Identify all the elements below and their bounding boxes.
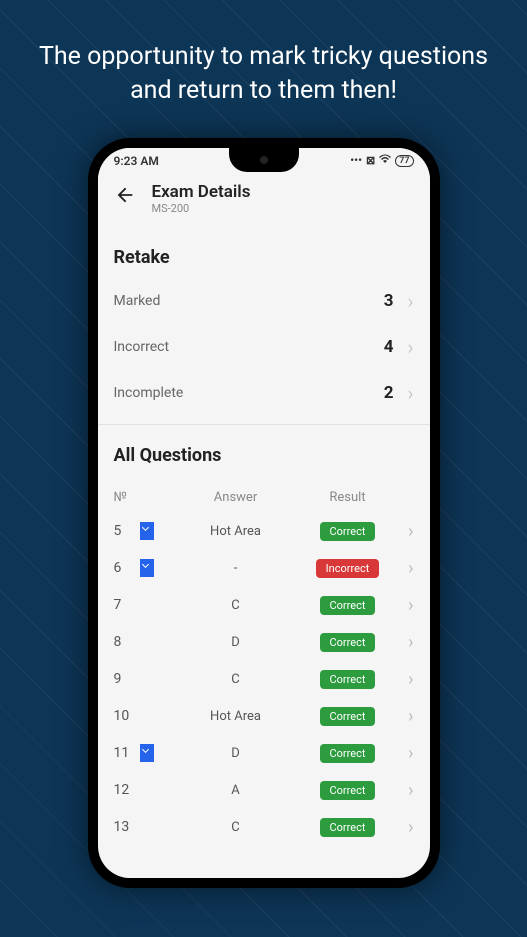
phone-screen: 9:23 AM ••• ⊠ 77 Exam Details MS-200 Ret… [98,148,430,878]
retake-label: Marked [114,293,384,309]
chevron-right-icon: › [408,381,414,405]
retake-label: Incomplete [114,385,384,401]
phone-notch [229,148,299,172]
question-answer: A [166,783,306,798]
chevron-right-icon: › [390,632,414,653]
question-row[interactable]: 9 C Correct › [98,661,430,698]
page-subtitle: MS-200 [152,202,251,215]
result-badge: Correct [320,781,376,800]
retake-label: Incorrect [114,339,384,355]
chevron-right-icon: › [390,780,414,801]
bookmark-icon [140,744,154,762]
question-row[interactable]: 12 A Correct › [98,772,430,809]
bookmark-cell [140,559,166,577]
chevron-right-icon: › [390,521,414,542]
result-badge: Correct [320,670,376,689]
question-result: Correct [306,633,390,652]
question-number: 6 [114,560,140,576]
retake-count: 3 [384,291,394,311]
question-answer: C [166,598,306,613]
chevron-right-icon: › [408,335,414,359]
question-result: Correct [306,818,390,837]
chevron-right-icon: › [390,706,414,727]
question-answer: Hot Area [166,524,306,539]
question-result: Incorrect [306,559,390,578]
question-number: 10 [114,708,140,724]
question-answer: C [166,672,306,687]
bookmark-icon [140,522,154,540]
chevron-right-icon: › [390,595,414,616]
phone-frame: 9:23 AM ••• ⊠ 77 Exam Details MS-200 Ret… [88,138,440,888]
battery-icon: 77 [395,155,413,167]
question-number: 8 [114,634,140,650]
col-header-no: № [114,490,166,505]
result-badge: Correct [320,633,376,652]
result-badge: Incorrect [316,559,380,578]
question-row[interactable]: 11 D Correct › [98,735,430,772]
retake-section-title: Retake [98,227,430,278]
back-button[interactable] [114,184,136,212]
status-dots-icon: ••• [350,154,362,167]
question-answer: - [166,561,306,576]
question-row[interactable]: 10 Hot Area Correct › [98,698,430,735]
chevron-right-icon: › [390,743,414,764]
question-result: Correct [306,522,390,541]
result-badge: Correct [320,596,376,615]
question-result: Correct [306,707,390,726]
status-time: 9:23 AM [114,154,159,168]
retake-row[interactable]: Marked 3 › [98,278,430,324]
question-number: 7 [114,597,140,613]
question-answer: D [166,635,306,650]
retake-row[interactable]: Incomplete 2 › [98,370,430,416]
promo-heading: The opportunity to mark tricky questions… [0,0,527,138]
bookmark-cell [140,522,166,540]
question-row[interactable]: 6 - Incorrect › [98,550,430,587]
question-row[interactable]: 8 D Correct › [98,624,430,661]
question-number: 12 [114,782,140,798]
question-number: 11 [114,745,140,761]
question-result: Correct [306,670,390,689]
retake-count: 2 [384,383,394,403]
question-row[interactable]: 13 C Correct › [98,809,430,846]
question-result: Correct [306,596,390,615]
retake-row[interactable]: Incorrect 4 › [98,324,430,370]
status-icons: ••• ⊠ 77 [350,154,413,167]
result-badge: Correct [320,522,376,541]
retake-count: 4 [384,337,394,357]
bookmark-icon [140,559,154,577]
question-result: Correct [306,781,390,800]
chevron-right-icon: › [390,558,414,579]
result-badge: Correct [320,744,376,763]
chevron-right-icon: › [390,817,414,838]
question-row[interactable]: 5 Hot Area Correct › [98,513,430,550]
col-header-answer: Answer [166,490,306,505]
wifi-off-icon: ⊠ [366,154,375,167]
wifi-icon [379,154,391,167]
table-header: № Answer Result [98,476,430,513]
page-title: Exam Details [152,182,251,202]
col-header-result: Result [306,490,390,505]
result-badge: Correct [320,707,376,726]
chevron-right-icon: › [390,669,414,690]
question-result: Correct [306,744,390,763]
question-number: 13 [114,819,140,835]
question-answer: D [166,746,306,761]
result-badge: Correct [320,818,376,837]
question-answer: C [166,820,306,835]
chevron-right-icon: › [408,289,414,313]
app-header: Exam Details MS-200 [98,172,430,227]
question-number: 5 [114,523,140,539]
bookmark-cell [140,744,166,762]
question-row[interactable]: 7 C Correct › [98,587,430,624]
question-answer: Hot Area [166,709,306,724]
questions-section-title: All Questions [98,425,430,476]
question-number: 9 [114,671,140,687]
